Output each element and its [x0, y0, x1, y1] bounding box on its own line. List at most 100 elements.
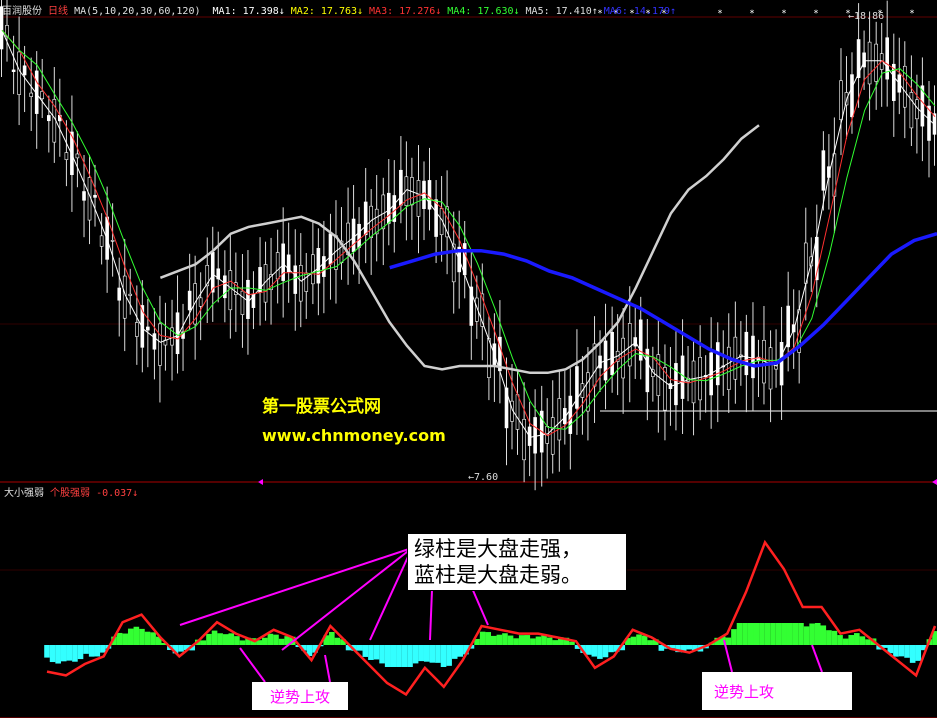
candle-body	[363, 201, 368, 236]
strength-bar-cyan	[44, 645, 50, 658]
strength-bar-green	[546, 637, 553, 645]
strength-bar-cyan	[401, 645, 408, 667]
strength-bar-green	[122, 633, 128, 645]
candle-body	[487, 338, 491, 378]
high-price-mark: ←18.86	[848, 11, 885, 22]
strength-bar-green	[133, 626, 140, 645]
strength-bar-cyan	[909, 645, 916, 663]
candle-body	[275, 252, 280, 280]
ma-legend-item-1: MA1: 17.398↓	[212, 6, 285, 17]
strength-bar-green	[502, 633, 508, 645]
marker-star-6: *	[750, 9, 755, 19]
strength-bar-green	[831, 630, 838, 645]
candle-body	[304, 272, 309, 292]
candle-body	[867, 41, 872, 85]
strength-bar-green	[641, 635, 648, 645]
strength-bar-cyan	[686, 645, 693, 650]
candle-body	[240, 290, 245, 315]
strength-bar-green	[725, 637, 732, 645]
ma-legend-item-4: MA4: 17.630↓	[447, 6, 520, 17]
strength-bar-cyan	[446, 645, 452, 666]
strength-bar-green	[211, 630, 218, 645]
candle-body	[744, 331, 749, 376]
candle-body	[821, 150, 826, 191]
stock-name[interactable]: 百润股份	[2, 6, 42, 17]
strength-bar-green	[736, 623, 743, 645]
candle-body	[117, 287, 122, 301]
label-pointer-3	[811, 644, 823, 673]
strength-bar-green	[781, 623, 788, 645]
ma-legend-item-5: MA5: 17.410↑	[525, 6, 598, 17]
strength-bar-green	[541, 635, 547, 645]
strength-bar-cyan	[379, 645, 385, 664]
strength-bar-green	[854, 633, 860, 645]
strength-bar-cyan	[72, 645, 78, 662]
sub-header: 大小强弱 个股强弱 -0.037↓	[4, 484, 138, 499]
strength-bar-green	[139, 628, 145, 645]
strength-bar-cyan	[373, 645, 380, 660]
strength-bar-green	[524, 635, 531, 645]
candle-body	[839, 80, 843, 120]
candle-body	[381, 194, 386, 230]
candle-body	[135, 322, 139, 337]
strength-bar-green	[217, 633, 223, 645]
callout-pointer-3	[429, 589, 433, 641]
strength-bar-green	[267, 633, 274, 645]
series-label: 个股强弱	[50, 488, 91, 499]
candle-body	[850, 74, 854, 118]
strength-bar-cyan	[412, 645, 419, 664]
strength-bar-green	[127, 628, 134, 645]
low-price-mark: ←7.60	[468, 472, 499, 483]
candle-body	[533, 417, 537, 454]
candle-body	[82, 191, 86, 201]
strength-bar-green	[200, 640, 207, 645]
strength-bar-cyan	[55, 645, 61, 664]
candle-body	[47, 115, 51, 122]
strength-bar-green	[859, 636, 866, 645]
callout-pointer-1	[281, 547, 413, 651]
strength-bar-green	[753, 623, 760, 645]
strength-bar-green	[647, 640, 653, 645]
candle-body	[568, 395, 573, 434]
strength-bar-green	[747, 623, 754, 645]
strength-bar-cyan	[435, 645, 441, 663]
candle-body	[187, 290, 192, 311]
strength-bar-green	[239, 640, 246, 645]
candle-body	[351, 218, 356, 252]
strength-bar-cyan	[898, 645, 905, 657]
strength-bar-green	[507, 635, 514, 645]
strength-bar-green	[530, 638, 536, 645]
strength-bar-green	[228, 633, 235, 645]
callout-line-1: 绿柱是大盘走强，	[414, 537, 582, 561]
marker-star-8: *	[814, 9, 819, 19]
ma-params: MA(5,10,20,30,60,120)	[74, 6, 201, 17]
strength-bar-cyan	[915, 645, 922, 661]
candle-body	[751, 335, 755, 379]
candle-body	[93, 194, 97, 198]
strength-bar-cyan	[362, 645, 369, 657]
candle-body	[434, 199, 438, 237]
ma-legend-item-6: MA6: 14.179↑	[603, 6, 677, 17]
candle-body	[64, 152, 69, 160]
annotation-callout: 绿柱是大盘走强， 蓝柱是大盘走弱。	[407, 533, 627, 591]
candle-body	[885, 37, 889, 80]
candle-body	[698, 357, 702, 401]
chart-canvas: * * * * * * * * * * * *	[0, 0, 937, 718]
strength-bar-cyan	[451, 645, 458, 659]
strength-bar-cyan	[597, 645, 603, 659]
strength-bar-green	[814, 623, 821, 645]
strength-bar-green	[222, 634, 229, 645]
candle-body	[621, 337, 625, 379]
strength-bar-green	[792, 623, 799, 645]
strength-bar-green	[485, 632, 492, 645]
period-label[interactable]: 日线	[48, 6, 68, 17]
strength-bar-green	[535, 636, 542, 645]
candle-body	[515, 394, 520, 430]
indicator-name[interactable]: 大小强弱	[4, 488, 44, 499]
strength-bar-green	[759, 623, 765, 645]
candle-body	[386, 192, 391, 224]
candle-body	[680, 355, 685, 399]
strength-bar-cyan	[407, 645, 413, 667]
strength-bar-cyan	[396, 645, 402, 667]
ma5-line	[1, 30, 936, 438]
